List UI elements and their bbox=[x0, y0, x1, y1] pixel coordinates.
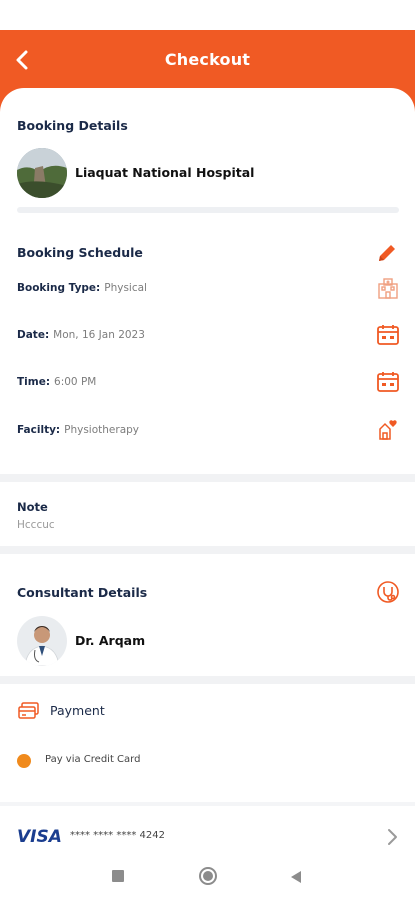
home-button[interactable] bbox=[199, 867, 217, 885]
visa-logo: VISA bbox=[17, 827, 62, 847]
radio-selected[interactable] bbox=[17, 754, 31, 768]
booking-type-row: Booking Type: Physical bbox=[17, 282, 147, 294]
date-row: Date: Mon, 16 Jan 2023 bbox=[17, 329, 145, 341]
android-nav-bar bbox=[0, 858, 415, 900]
time-label: Time: bbox=[17, 376, 51, 388]
booking-type-label: Booking Type: bbox=[17, 282, 101, 294]
section-gap bbox=[0, 802, 415, 806]
doctor-name: Dr. Arqam bbox=[75, 633, 146, 648]
section-gap bbox=[0, 676, 415, 684]
credit-card-icon bbox=[17, 699, 41, 723]
chevron-right-icon[interactable] bbox=[384, 826, 408, 850]
page-title: Checkout bbox=[164, 50, 251, 69]
card-number: **** **** **** 4242 bbox=[70, 830, 165, 841]
doctor-avatar bbox=[17, 616, 67, 666]
time-value: 6:00 PM bbox=[54, 376, 97, 388]
hospital-icon bbox=[376, 276, 400, 300]
calendar-icon bbox=[376, 323, 400, 347]
payment-option-label[interactable]: Pay via Credit Card bbox=[45, 754, 140, 765]
payment-title: Payment bbox=[50, 703, 105, 718]
section-gap bbox=[0, 474, 415, 482]
hospital-name: Liaquat National Hospital bbox=[75, 165, 255, 180]
calendar-icon bbox=[376, 370, 400, 394]
note-title: Note bbox=[17, 500, 48, 514]
consultant-details-title: Consultant Details bbox=[17, 585, 148, 600]
section-gap bbox=[0, 546, 415, 554]
facility-label: Facilty: bbox=[17, 424, 61, 436]
hospital-avatar bbox=[17, 148, 67, 198]
booking-type-value: Physical bbox=[104, 282, 147, 294]
date-value: Mon, 16 Jan 2023 bbox=[53, 329, 145, 341]
recent-apps-button[interactable] bbox=[112, 870, 124, 882]
booking-schedule-title: Booking Schedule bbox=[17, 245, 143, 260]
pencil-icon[interactable] bbox=[376, 242, 400, 266]
note-text: Hcccuc bbox=[17, 519, 55, 531]
stethoscope-icon bbox=[376, 580, 400, 604]
divider bbox=[17, 207, 399, 213]
back-nav-button[interactable] bbox=[290, 869, 302, 888]
physiotherapy-icon bbox=[376, 417, 400, 441]
facility-value: Physiotherapy bbox=[64, 424, 140, 436]
time-row: Time: 6:00 PM bbox=[17, 376, 96, 388]
booking-details-title: Booking Details bbox=[17, 118, 128, 133]
facility-row: Facilty: Physiotherapy bbox=[17, 424, 139, 436]
date-label: Date: bbox=[17, 329, 50, 341]
status-bar bbox=[0, 0, 415, 30]
checkout-sheet: Booking Details Liaquat National Hospita… bbox=[0, 88, 415, 858]
